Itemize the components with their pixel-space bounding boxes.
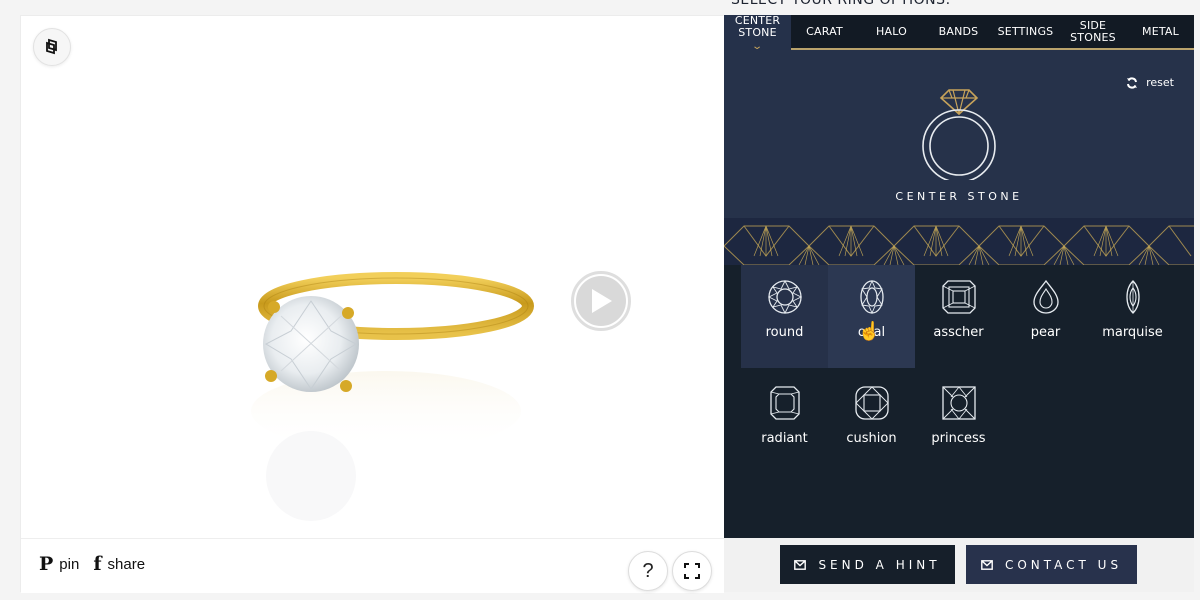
pinterest-icon: P <box>39 553 54 575</box>
section-hero: reset CENTER STONE <box>724 50 1194 218</box>
fullscreen-button[interactable] <box>672 551 712 591</box>
shape-label: asscher <box>933 325 984 340</box>
shape-label: radiant <box>761 431 808 446</box>
shape-option-radiant[interactable]: radiant <box>741 371 828 474</box>
oval-cut-icon <box>859 279 884 315</box>
viewer-stage[interactable] <box>21 16 724 538</box>
round-cut-icon <box>767 279 802 315</box>
contact-us-label: CONTACT US <box>1004 557 1123 572</box>
help-button[interactable]: ? <box>628 551 668 591</box>
viewer-footer: P pin f share ? <box>21 538 724 593</box>
send-hint-label: SEND A HINT <box>818 557 941 572</box>
princess-cut-icon <box>941 386 976 420</box>
shape-label: marquise <box>1102 325 1163 340</box>
shape-option-pear[interactable]: pear <box>1002 265 1089 368</box>
art-deco-divider <box>724 218 1194 265</box>
radiant-cut-icon <box>769 386 800 420</box>
tab-side-stones[interactable]: SIDE STONES <box>1059 15 1127 50</box>
asscher-cut-icon <box>941 280 976 314</box>
brand-cube-icon <box>46 38 57 55</box>
ring-viewer: P pin f share ? <box>20 15 724 593</box>
shape-label: pear <box>1030 325 1061 340</box>
shape-option-oval[interactable]: oval ☝ <box>828 265 915 368</box>
brand-logo-button[interactable] <box>33 28 71 66</box>
ring-diamond-icon <box>922 89 996 180</box>
contact-us-button[interactable]: CONTACT US <box>966 545 1137 584</box>
fullscreen-icon <box>684 563 700 579</box>
share-label: share <box>107 555 146 573</box>
tab-center-stone[interactable]: CENTER STONE ⌄ <box>724 15 791 52</box>
pear-cut-icon <box>1032 279 1059 314</box>
tab-label-line2: STONE <box>738 26 777 39</box>
tab-label: METAL <box>1142 24 1179 38</box>
facebook-icon: f <box>93 553 102 575</box>
section-title: CENTER STONE <box>895 190 1023 203</box>
share-button[interactable]: f share <box>93 553 145 575</box>
refresh-icon <box>1127 76 1138 89</box>
tab-carat[interactable]: CARAT <box>791 15 858 50</box>
tab-label-line2: STONES <box>1070 30 1116 44</box>
marquise-cut-icon <box>1125 280 1140 314</box>
tab-bands[interactable]: BANDS <box>925 15 992 50</box>
envelope-icon <box>981 559 993 570</box>
ring-3d-render[interactable] <box>236 261 536 541</box>
tab-label: SETTINGS <box>997 24 1054 38</box>
shape-label: oval <box>857 325 886 340</box>
shape-option-asscher[interactable]: asscher <box>915 265 1002 368</box>
shape-label: cushion <box>846 431 897 446</box>
send-hint-button[interactable]: SEND A HINT <box>780 545 955 584</box>
shape-label: princess <box>931 431 986 446</box>
action-bar: SEND A HINT CONTACT US <box>724 538 1194 592</box>
help-icon: ? <box>642 559 654 582</box>
shape-option-cushion[interactable]: cushion <box>828 371 915 474</box>
tab-label: HALO <box>876 24 907 38</box>
pin-button[interactable]: P pin <box>39 553 79 575</box>
options-heading: SELECT YOUR RING OPTIONS: <box>731 0 951 8</box>
social-share: P pin f share <box>39 553 145 575</box>
tab-metal[interactable]: METAL <box>1127 15 1194 50</box>
cushion-cut-icon <box>854 386 889 420</box>
tab-settings[interactable]: SETTINGS <box>992 15 1059 50</box>
play-icon <box>592 289 612 313</box>
tab-label: BANDS <box>938 24 979 38</box>
envelope-icon <box>794 559 807 570</box>
reset-button[interactable]: reset <box>1126 76 1174 89</box>
tab-halo[interactable]: HALO <box>858 15 925 50</box>
pin-label: pin <box>59 555 80 573</box>
shape-label: round <box>765 325 804 340</box>
ring-builder-page: P pin f share ? SELECT YOUR RING OPTIONS… <box>0 0 1200 600</box>
shape-option-round[interactable]: round <box>741 265 828 368</box>
options-panel: CENTER STONE ⌄ CARAT HALO BANDS SETTINGS… <box>724 15 1194 538</box>
shape-option-marquise[interactable]: marquise <box>1089 265 1176 368</box>
tab-label: CARAT <box>806 24 843 38</box>
reset-label: reset <box>1146 76 1174 89</box>
play-rotation-button[interactable] <box>571 271 631 331</box>
shape-option-princess[interactable]: princess <box>915 371 1002 474</box>
tab-label-line1: SIDE <box>1079 18 1107 32</box>
option-tabs: CENTER STONE ⌄ CARAT HALO BANDS SETTINGS… <box>724 15 1194 52</box>
